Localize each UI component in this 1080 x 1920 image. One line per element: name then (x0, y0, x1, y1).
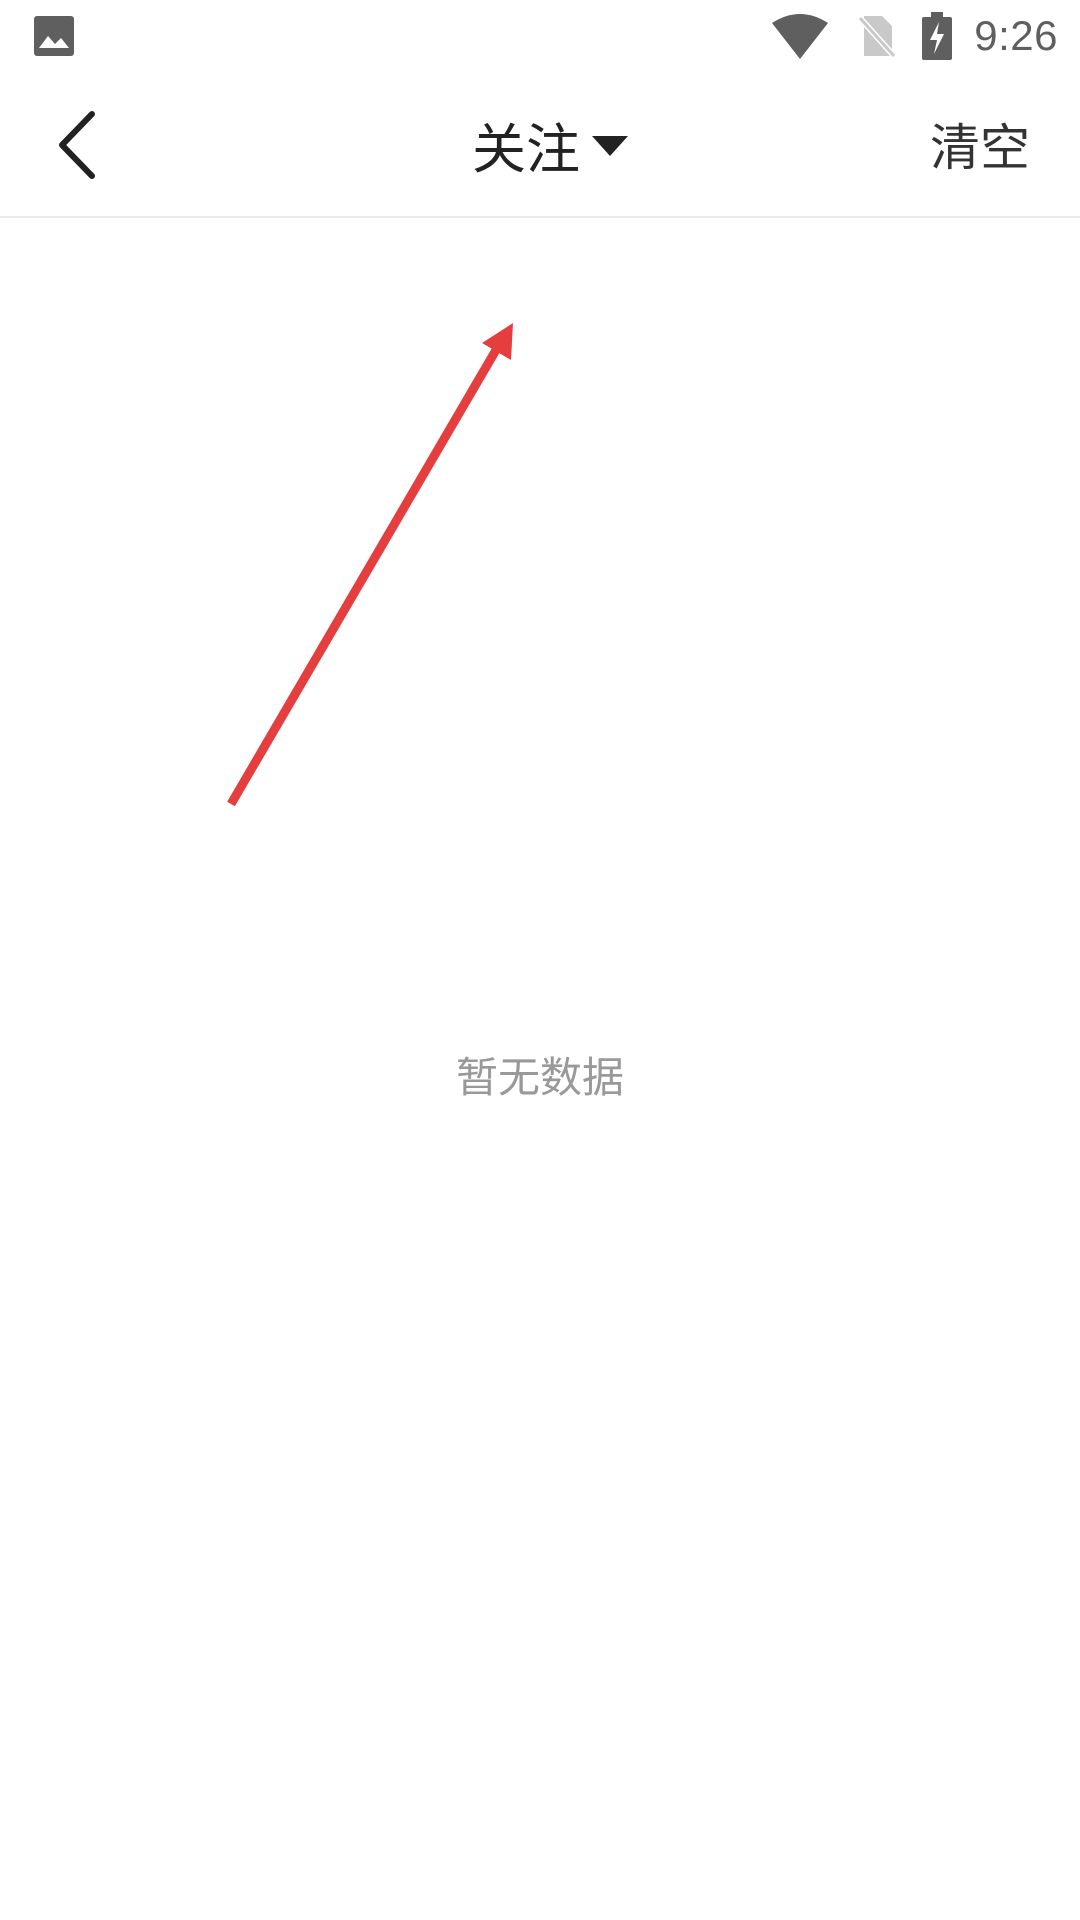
image-icon (34, 16, 74, 56)
status-bar: 9:26 (0, 0, 1080, 72)
content-area: 暂无数据 (0, 218, 1080, 1920)
status-icons: 9:26 (772, 10, 1058, 62)
no-sim-icon (856, 14, 897, 59)
wifi-icon (772, 13, 829, 59)
status-clock: 9:26 (974, 12, 1058, 59)
empty-state-message: 暂无数据 (455, 1053, 624, 1102)
battery-charging-icon (922, 12, 953, 60)
caret-down-icon (592, 134, 628, 158)
clear-button[interactable]: 清空 (930, 72, 1030, 216)
title-bar: 关注 清空 (0, 72, 1080, 218)
page-title: 关注 (472, 117, 580, 181)
title-dropdown[interactable]: 关注 (0, 72, 1080, 216)
